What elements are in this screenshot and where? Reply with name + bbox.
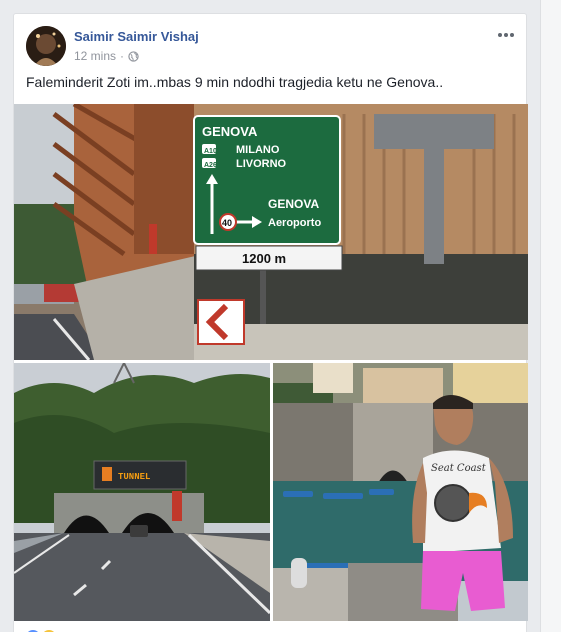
post-time[interactable]: 12 mins	[74, 49, 116, 63]
route1-label: MILANO	[236, 144, 280, 156]
route2-badge: A26	[204, 162, 217, 169]
route1-badge: A10	[204, 148, 217, 155]
photo-harbor-person[interactable]: Seat Coast	[273, 363, 528, 621]
post-card: Saimir Saimir Vishaj 12 mins · Faleminde…	[13, 13, 528, 632]
post-meta: 12 mins ·	[74, 49, 139, 63]
avatar[interactable]	[26, 26, 66, 66]
distance-board: 1200 m	[242, 251, 286, 266]
speed-limit: 40	[222, 218, 232, 228]
shirt-text: Seat Coast	[431, 463, 487, 474]
photo-tunnel[interactable]: TUNNEL	[14, 363, 270, 621]
exit-sub: Aeroporto	[268, 217, 321, 229]
route2-label: LIVORNO	[236, 158, 287, 170]
post-text: Faleminderit Zoti im..mbas 9 min ndodhi …	[26, 74, 444, 90]
photo-highway-sign[interactable]: GENOVA A10 MILANO A26 LIVORNO 40 GENOVA …	[14, 104, 528, 360]
exit-city: GENOVA	[268, 197, 319, 211]
author-name[interactable]: Saimir Saimir Vishaj	[74, 29, 199, 44]
globe-icon[interactable]	[128, 50, 139, 62]
right-sidebar-edge	[540, 0, 561, 632]
more-options-icon[interactable]	[496, 28, 516, 42]
vms-text: TUNNEL	[118, 472, 150, 482]
meta-separator: ·	[120, 49, 125, 63]
photo-grid: GENOVA A10 MILANO A26 LIVORNO 40 GENOVA …	[14, 104, 528, 632]
sign-title: GENOVA	[202, 124, 258, 139]
